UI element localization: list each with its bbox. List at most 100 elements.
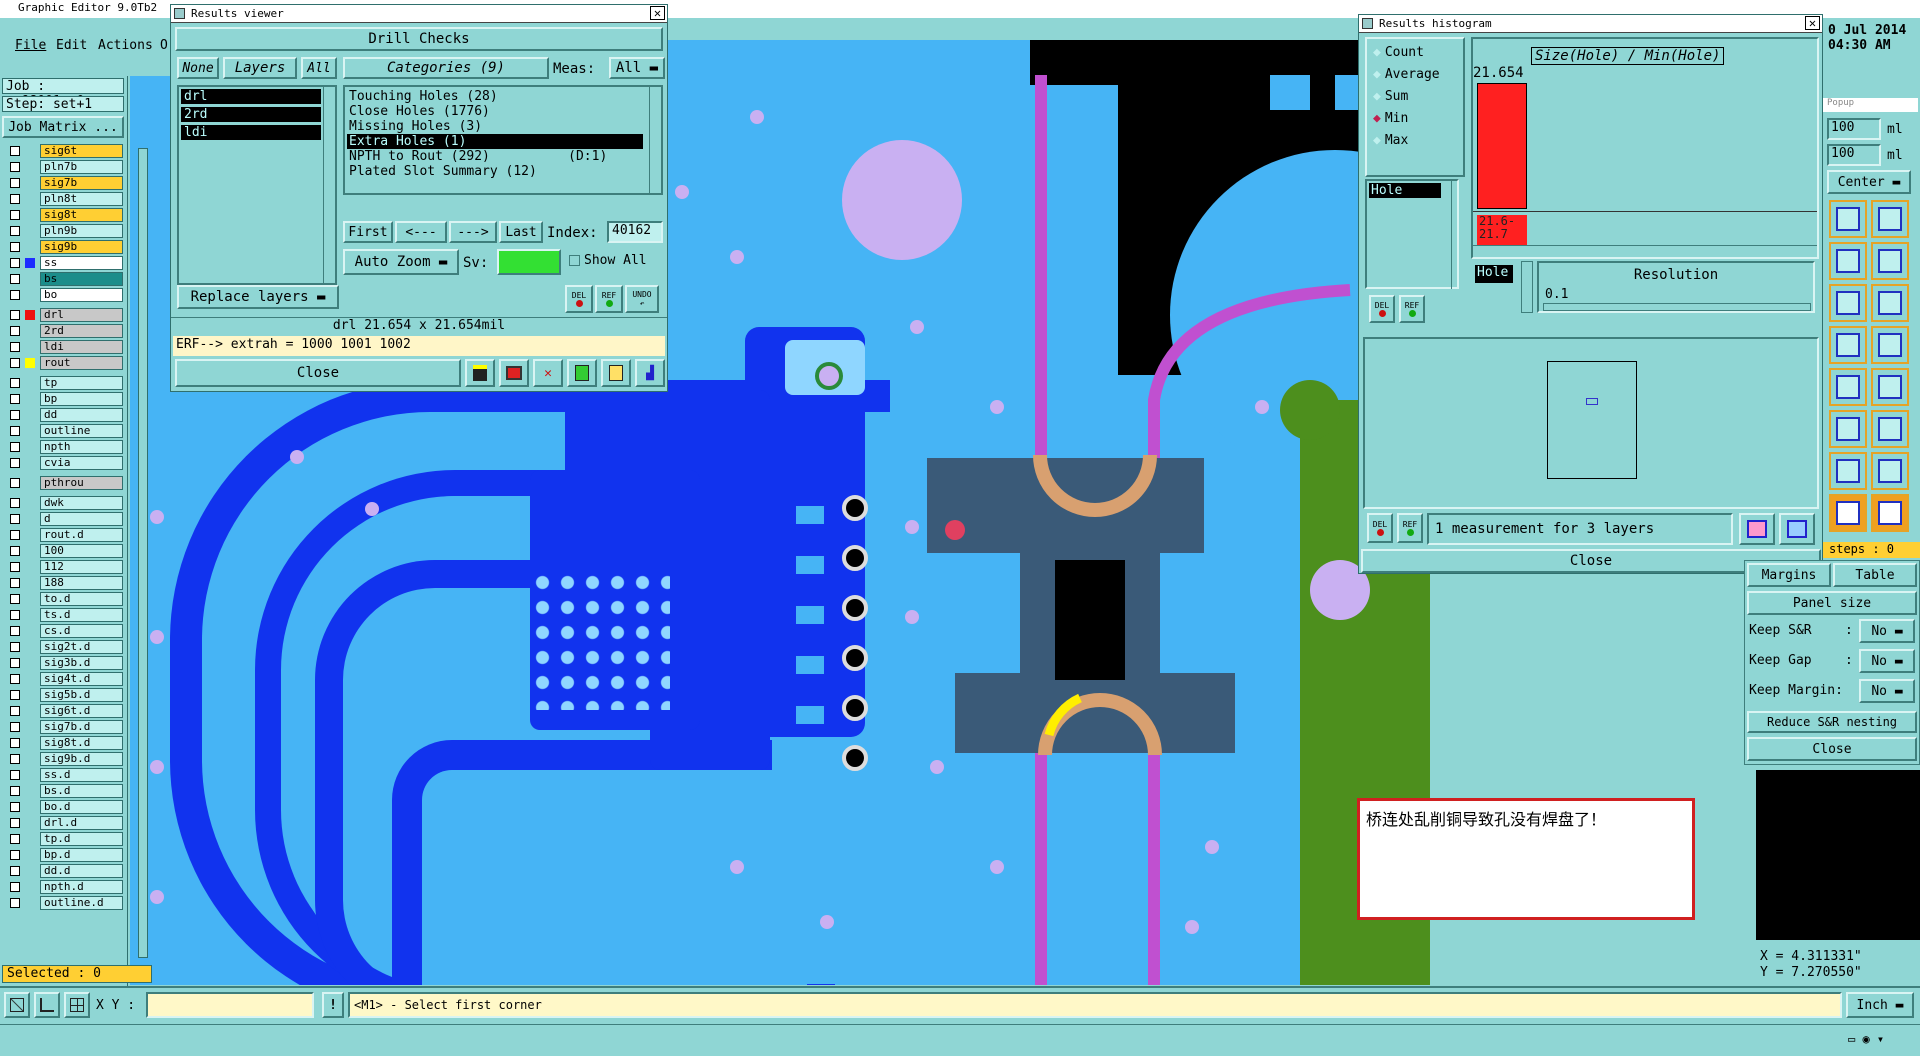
- layer-checkbox[interactable]: [10, 770, 20, 780]
- tool-button[interactable]: [1829, 284, 1867, 322]
- layer-row[interactable]: outline.d: [8, 896, 123, 910]
- layer-row[interactable]: sig5b.d: [8, 688, 123, 702]
- menu-options[interactable]: O: [160, 38, 168, 53]
- results-viewer-titlebar[interactable]: Results viewer ✕: [171, 5, 667, 23]
- layer-checkbox[interactable]: [10, 378, 20, 388]
- layer-row[interactable]: bp: [8, 392, 123, 406]
- tool-btn-6[interactable]: ▟: [635, 359, 665, 387]
- keep-gap-dropdown[interactable]: No ▬: [1859, 649, 1915, 673]
- tool-btn-3[interactable]: ✕: [533, 359, 563, 387]
- tool-btn-2[interactable]: [499, 359, 529, 387]
- hole-list-item[interactable]: Hole: [1369, 183, 1441, 198]
- hole-list-vscroll[interactable]: [1451, 179, 1461, 289]
- layer-checkbox[interactable]: [10, 610, 20, 620]
- layer-row[interactable]: dwk: [8, 496, 123, 510]
- layer-checkbox[interactable]: [10, 626, 20, 636]
- layer-row[interactable]: sig3b.d: [8, 656, 123, 670]
- layer-row[interactable]: tp: [8, 376, 123, 390]
- layers-button[interactable]: Layers: [223, 57, 297, 79]
- layer-row[interactable]: bs: [8, 272, 123, 286]
- layer-row[interactable]: cvia: [8, 456, 123, 470]
- hole-tag-vscroll[interactable]: [1521, 261, 1533, 313]
- layer-row[interactable]: sig6t: [8, 144, 123, 158]
- layer-checkbox[interactable]: [10, 594, 20, 604]
- category-item[interactable]: Close Holes (1776): [347, 104, 643, 119]
- layer-checkbox[interactable]: [10, 410, 20, 420]
- layer-checkbox[interactable]: [10, 194, 20, 204]
- layer-checkbox[interactable]: [10, 530, 20, 540]
- tool-btn-5[interactable]: [601, 359, 631, 387]
- prev-button[interactable]: <---: [395, 221, 447, 243]
- menu-edit[interactable]: Edit: [56, 38, 87, 53]
- tool-button[interactable]: [1871, 242, 1909, 280]
- layer-row[interactable]: pln9b: [8, 224, 123, 238]
- layer-row[interactable]: pln8t: [8, 192, 123, 206]
- replace-layers-dropdown[interactable]: Replace layers ▬: [177, 285, 339, 309]
- layer-row[interactable]: sig4t.d: [8, 672, 123, 686]
- layer-row[interactable]: sig2t.d: [8, 640, 123, 654]
- tool-button[interactable]: [1829, 242, 1867, 280]
- tool-button[interactable]: [1829, 368, 1867, 406]
- layer-row[interactable]: dd.d: [8, 864, 123, 878]
- layer-row[interactable]: pln7b: [8, 160, 123, 174]
- chart-hscroll[interactable]: [1473, 245, 1817, 257]
- histogram-titlebar[interactable]: Results histogram ✕: [1359, 15, 1822, 33]
- ref-button[interactable]: REF: [1399, 295, 1425, 323]
- next-button[interactable]: --->: [449, 221, 497, 243]
- layer-row[interactable]: to.d: [8, 592, 123, 606]
- tool-button[interactable]: [1829, 410, 1867, 448]
- measure-tool-button-2[interactable]: [1779, 513, 1815, 545]
- layer-row[interactable]: npth: [8, 440, 123, 454]
- layer-row[interactable]: ss.d: [8, 768, 123, 782]
- layer-row[interactable]: bs.d: [8, 784, 123, 798]
- aggregation-option[interactable]: ◆ Sum: [1373, 89, 1408, 107]
- layer-checkbox[interactable]: [10, 546, 20, 556]
- layer-row[interactable]: bo.d: [8, 800, 123, 814]
- layer-checkbox[interactable]: [10, 178, 20, 188]
- sv-color-dropdown[interactable]: [497, 249, 561, 275]
- close-icon[interactable]: ✕: [650, 6, 665, 20]
- layer-row[interactable]: drl.d: [8, 816, 123, 830]
- layer-list[interactable]: sig6t pln7b sig7b pln8t sig8t pln9b sig9b ss bs b…: [0, 144, 128, 1004]
- layer-row[interactable]: bo: [8, 288, 123, 302]
- panel-close-button[interactable]: Close: [1747, 737, 1917, 761]
- layer-checkbox[interactable]: [10, 162, 20, 172]
- layer-row[interactable]: ts.d: [8, 608, 123, 622]
- layer-checkbox[interactable]: [10, 898, 20, 908]
- last-button[interactable]: Last: [499, 221, 543, 243]
- layer-listbox[interactable]: drl 2rd ldi: [177, 85, 337, 285]
- layer-checkbox[interactable]: [10, 722, 20, 732]
- layer-row[interactable]: sig9b.d: [8, 752, 123, 766]
- auto-zoom-dropdown[interactable]: Auto Zoom ▬: [343, 249, 459, 275]
- category-item[interactable]: Plated Slot Summary (12): [347, 164, 643, 179]
- layer-row[interactable]: d: [8, 512, 123, 526]
- layer-row[interactable]: 112: [8, 560, 123, 574]
- del-button[interactable]: DEL: [1369, 295, 1395, 323]
- layer-item-drl[interactable]: drl: [181, 89, 321, 104]
- none-button[interactable]: None: [177, 57, 219, 79]
- keep-margin-dropdown[interactable]: No ▬: [1859, 679, 1915, 703]
- aggregation-option[interactable]: ◆ Count: [1373, 45, 1424, 63]
- tool-button[interactable]: [1871, 410, 1909, 448]
- close-button[interactable]: Close: [175, 359, 461, 387]
- layer-checkbox[interactable]: [10, 882, 20, 892]
- layer-row[interactable]: sig6t.d: [8, 704, 123, 718]
- ref-button[interactable]: REF: [595, 285, 623, 313]
- layer-row[interactable]: rout: [8, 356, 123, 370]
- ref-button[interactable]: REF: [1397, 513, 1423, 543]
- category-item[interactable]: NPTH to Rout (292) (D:1): [347, 149, 643, 164]
- layer-row[interactable]: drl: [8, 308, 123, 322]
- tool-button[interactable]: [1871, 452, 1909, 490]
- layer-checkbox[interactable]: [10, 258, 20, 268]
- table-button[interactable]: Table: [1833, 563, 1917, 587]
- layer-checkbox[interactable]: [10, 754, 20, 764]
- margins-button[interactable]: Margins: [1747, 563, 1831, 587]
- grid-tool-button[interactable]: [64, 992, 90, 1018]
- xy-input[interactable]: [146, 992, 314, 1018]
- menu-actions[interactable]: Actions: [98, 38, 153, 53]
- layer-checkbox[interactable]: [10, 658, 20, 668]
- layer-row[interactable]: 100: [8, 544, 123, 558]
- layer-checkbox[interactable]: [10, 210, 20, 220]
- panel-size-button[interactable]: Panel size: [1747, 591, 1917, 615]
- layer-row[interactable]: bp.d: [8, 848, 123, 862]
